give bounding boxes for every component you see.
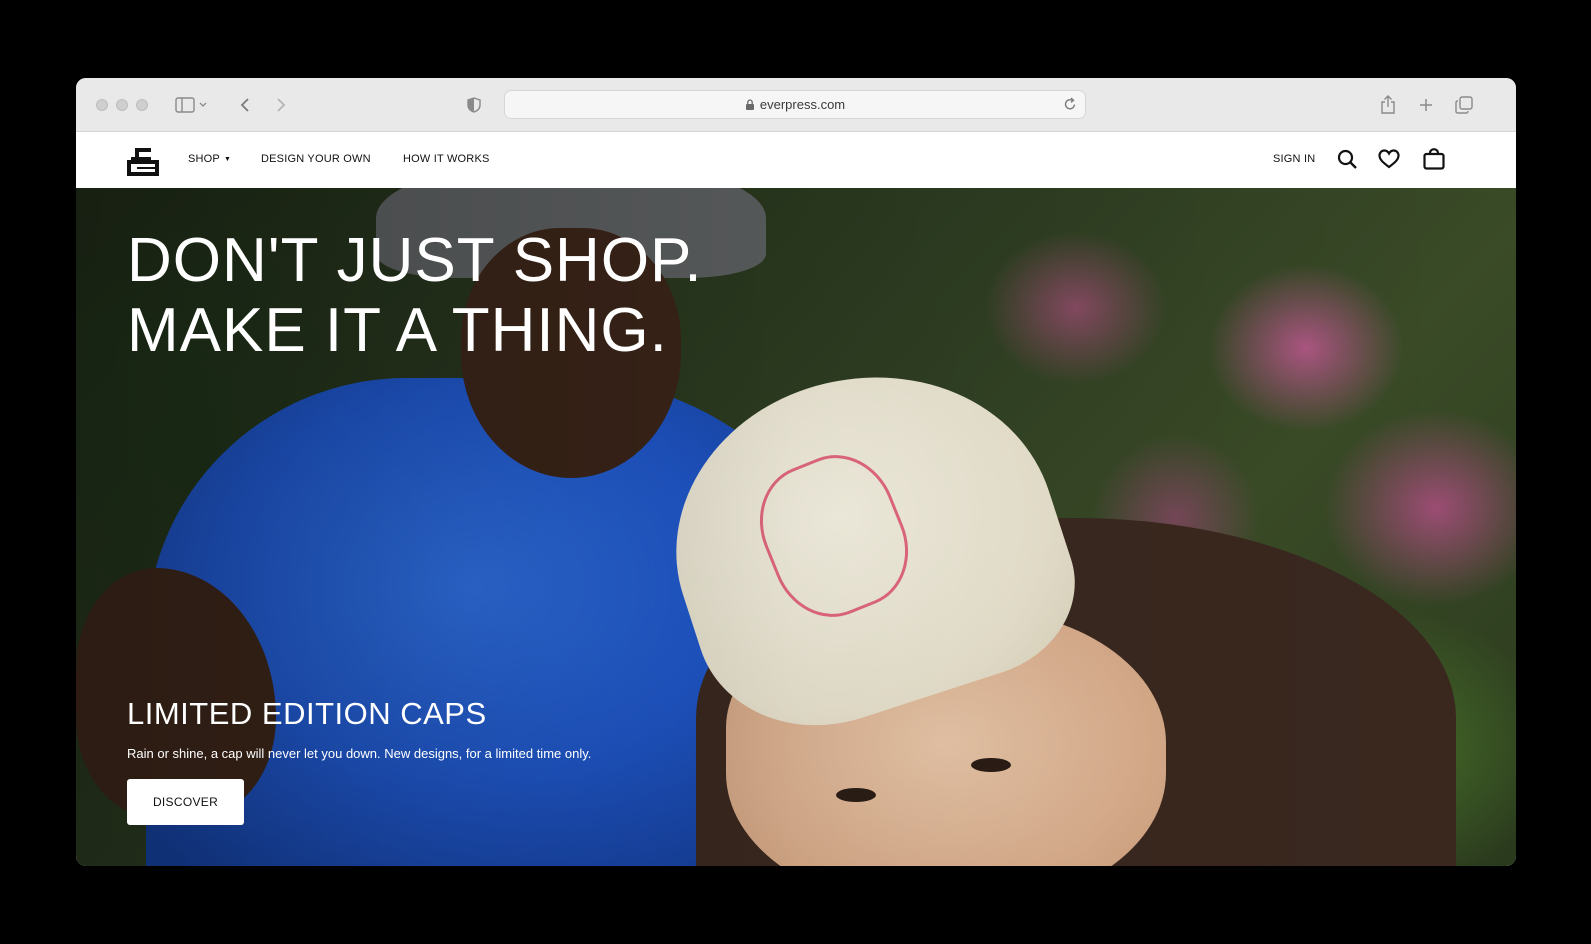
shopping-bag-icon[interactable] <box>1422 147 1446 171</box>
nav-shop[interactable]: SHOP ▼ <box>188 153 231 165</box>
search-icon[interactable] <box>1335 147 1359 171</box>
hero-description: Rain or shine, a cap will never let you … <box>127 746 592 761</box>
nav-how-it-works[interactable]: HOW IT WORKS <box>403 153 490 165</box>
site-header: SHOP ▼ DESIGN YOUR OWN HOW IT WORKS SIGN … <box>76 132 1516 187</box>
hero-banner: DON'T JUST SHOP. MAKE IT A THING. LIMITE… <box>76 188 1516 866</box>
nav-design-your-own[interactable]: DESIGN YOUR OWN <box>261 153 371 165</box>
share-icon[interactable] <box>1376 93 1400 117</box>
minimize-window-button[interactable] <box>116 99 128 111</box>
browser-toolbar: everpress.com <box>76 78 1516 132</box>
url-text: everpress.com <box>759 97 846 112</box>
sign-in-link[interactable]: SIGN IN <box>1273 153 1315 165</box>
hero-headline-line2: MAKE IT A THING. <box>127 296 668 365</box>
address-bar[interactable]: everpress.com <box>504 90 1086 119</box>
hero-headline-line1: DON'T JUST SHOP. <box>127 226 703 295</box>
hero-headline: DON'T JUST SHOP. MAKE IT A THING. <box>127 226 703 366</box>
tabs-overview-icon[interactable] <box>1452 93 1476 117</box>
reload-icon[interactable] <box>1063 96 1077 115</box>
discover-button[interactable]: DISCOVER <box>127 779 244 825</box>
plus-icon[interactable] <box>1414 93 1438 117</box>
nav-shop-label: SHOP <box>188 153 220 165</box>
close-window-button[interactable] <box>96 99 108 111</box>
browser-window: everpress.com SHOP ▼ DESIGN YOUR OWN HOW … <box>76 78 1516 866</box>
chevron-right-icon[interactable] <box>269 93 293 117</box>
sidebar-icon[interactable] <box>172 93 212 117</box>
heart-icon[interactable] <box>1377 147 1401 171</box>
lock-icon <box>745 98 755 111</box>
shield-icon[interactable] <box>462 93 486 117</box>
chevron-left-icon[interactable] <box>233 93 257 117</box>
caret-down-icon: ▼ <box>223 156 232 163</box>
everpress-logo[interactable] <box>127 148 159 176</box>
zoom-window-button[interactable] <box>136 99 148 111</box>
hero-title: LIMITED EDITION CAPS <box>127 696 487 731</box>
